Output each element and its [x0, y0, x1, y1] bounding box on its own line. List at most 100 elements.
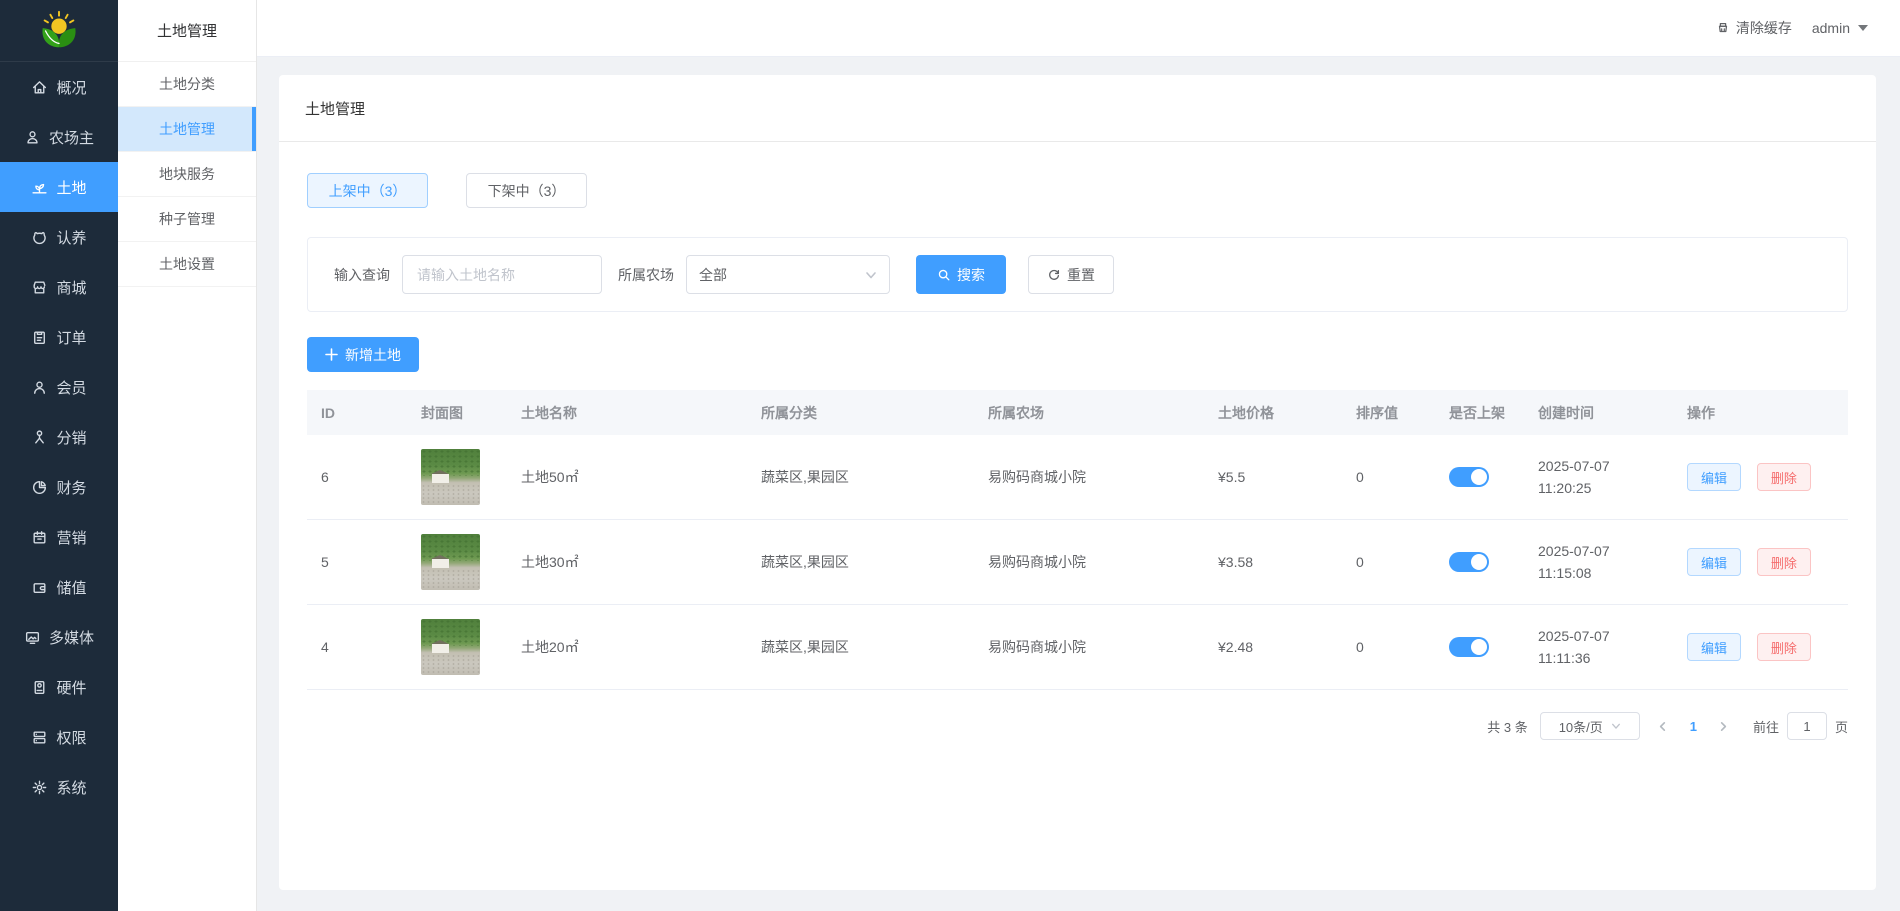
submenu-item-land-settings[interactable]: 土地设置 — [118, 242, 256, 287]
secondary-sidebar: 土地管理 土地分类 土地管理 地块服务 种子管理 土地设置 — [118, 0, 257, 911]
sidebar-item-hardware[interactable]: 硬件 — [0, 662, 118, 712]
search-button-label: 搜索 — [957, 265, 985, 285]
sidebar-item-land[interactable]: 土地 — [0, 162, 118, 212]
delete-button[interactable]: 删除 — [1757, 463, 1811, 491]
land-cover-image[interactable] — [421, 449, 480, 505]
col-name: 土地名称 — [521, 403, 761, 423]
tab-off-shelf[interactable]: 下架中（3） — [466, 173, 587, 208]
refresh-icon — [1047, 268, 1061, 282]
edit-button[interactable]: 编辑 — [1687, 548, 1741, 576]
toggle-knob — [1471, 554, 1487, 570]
farm-select-value: 全部 — [699, 265, 727, 285]
prev-page-button[interactable] — [1652, 712, 1674, 740]
page-size-select[interactable]: 10条/页 — [1540, 712, 1640, 740]
created-time-cell: 2025-07-07 11:15:08 — [1538, 540, 1687, 584]
land-cover-image[interactable] — [421, 534, 480, 590]
page-number[interactable]: 1 — [1686, 719, 1701, 734]
land-sort: 0 — [1356, 639, 1449, 655]
col-on-shelf: 是否上架 — [1449, 403, 1538, 423]
submenu-item-seed-management[interactable]: 种子管理 — [118, 197, 256, 242]
app-logo[interactable] — [0, 0, 118, 62]
submenu-item-land-management[interactable]: 土地管理 — [118, 107, 256, 152]
chevron-left-icon — [1657, 721, 1668, 732]
sidebar-item-distribution[interactable]: 分销 — [0, 412, 118, 462]
land-id: 5 — [321, 554, 421, 570]
tab-on-shelf[interactable]: 上架中（3） — [307, 173, 428, 208]
pie-chart-icon — [31, 479, 48, 496]
farm-select[interactable]: 全部 — [686, 255, 890, 294]
goto-page-input[interactable] — [1787, 712, 1827, 740]
plus-icon — [325, 348, 338, 361]
house-shape — [432, 559, 449, 568]
col-category: 所属分类 — [761, 403, 988, 423]
land-id: 4 — [321, 639, 421, 655]
land-category: 蔬菜区,果园区 — [761, 552, 988, 572]
sidebar-item-label: 财务 — [56, 477, 86, 498]
sidebar-item-members[interactable]: 会员 — [0, 362, 118, 412]
table-header-row: ID 封面图 土地名称 所属分类 所属农场 土地价格 排序值 是否上架 创建时间… — [307, 390, 1848, 435]
chevron-right-icon — [1718, 721, 1729, 732]
breadcrumb: 土地管理 — [279, 75, 1876, 142]
sidebar-item-label: 商城 — [56, 277, 86, 298]
gear-icon — [31, 779, 48, 796]
created-date: 2025-07-07 — [1538, 540, 1687, 562]
created-time-cell: 2025-07-07 11:11:36 — [1538, 625, 1687, 669]
created-time: 11:20:25 — [1538, 477, 1687, 499]
reset-button-label: 重置 — [1067, 265, 1095, 285]
land-price: ¥3.58 — [1218, 554, 1356, 570]
on-shelf-toggle[interactable] — [1449, 552, 1489, 572]
sidebar-item-marketing[interactable]: 营销 — [0, 512, 118, 562]
land-price: ¥2.48 — [1218, 639, 1356, 655]
sidebar-item-stored-value[interactable]: 储值 — [0, 562, 118, 612]
user-menu[interactable]: admin — [1812, 20, 1868, 36]
land-farm: 易购码商城小院 — [988, 637, 1218, 657]
edit-button[interactable]: 编辑 — [1687, 633, 1741, 661]
submenu-item-plot-service[interactable]: 地块服务 — [118, 152, 256, 197]
sidebar-nav: 概况 农场主 土地 认养 商城 订单 — [0, 62, 118, 812]
col-actions: 操作 — [1687, 403, 1848, 423]
sidebar-item-label: 土地 — [56, 177, 86, 198]
sidebar-item-media[interactable]: 多媒体 — [0, 612, 118, 662]
created-time: 11:15:08 — [1538, 562, 1687, 584]
sidebar-item-farmer[interactable]: 农场主 — [0, 112, 118, 162]
submenu-item-land-category[interactable]: 土地分类 — [118, 62, 256, 107]
sidebar-item-finance[interactable]: 财务 — [0, 462, 118, 512]
edit-button[interactable]: 编辑 — [1687, 463, 1741, 491]
land-sort: 0 — [1356, 469, 1449, 485]
land-name-input[interactable] — [402, 255, 602, 294]
add-land-label: 新增土地 — [345, 345, 401, 365]
sidebar-item-system[interactable]: 系统 — [0, 762, 118, 812]
on-shelf-toggle[interactable] — [1449, 467, 1489, 487]
sidebar-item-adoption[interactable]: 认养 — [0, 212, 118, 262]
land-category: 蔬菜区,果园区 — [761, 637, 988, 657]
search-bar: 输入查询 所属农场 全部 搜索 重置 — [307, 237, 1848, 312]
reset-button[interactable]: 重置 — [1028, 255, 1114, 294]
sidebar-item-orders[interactable]: 订单 — [0, 312, 118, 362]
next-page-button[interactable] — [1713, 712, 1735, 740]
add-land-button[interactable]: 新增土地 — [307, 337, 419, 372]
search-button[interactable]: 搜索 — [916, 255, 1006, 294]
sidebar-item-mall[interactable]: 商城 — [0, 262, 118, 312]
table-row: 6 土地50㎡ 蔬菜区,果园区 易购码商城小院 ¥5.5 0 2025-07-0… — [307, 435, 1848, 520]
created-date: 2025-07-07 — [1538, 455, 1687, 477]
sidebar-item-permissions[interactable]: 权限 — [0, 712, 118, 762]
on-shelf-toggle[interactable] — [1449, 637, 1489, 657]
username: admin — [1812, 20, 1850, 36]
delete-button[interactable]: 删除 — [1757, 548, 1811, 576]
delete-button[interactable]: 删除 — [1757, 633, 1811, 661]
sidebar-item-label: 认养 — [56, 227, 86, 248]
land-name: 土地50㎡ — [521, 467, 761, 487]
chevron-down-icon — [1611, 721, 1621, 731]
farm-label: 所属农场 — [618, 265, 674, 285]
main-area: 清除缓存 admin 土地管理 上架中（3） 下架中（3） 输入查询 — [257, 0, 1900, 911]
clear-cache-button[interactable]: 清除缓存 — [1716, 18, 1792, 38]
search-icon — [937, 268, 951, 282]
land-icon — [31, 179, 48, 196]
animal-face-icon — [31, 229, 48, 246]
land-cover-image[interactable] — [421, 619, 480, 675]
clear-cache-label: 清除缓存 — [1736, 18, 1792, 38]
sidebar-item-overview[interactable]: 概况 — [0, 62, 118, 112]
farmer-icon — [24, 129, 41, 146]
sidebar-item-label: 储值 — [56, 577, 86, 598]
house-shape — [432, 644, 449, 653]
